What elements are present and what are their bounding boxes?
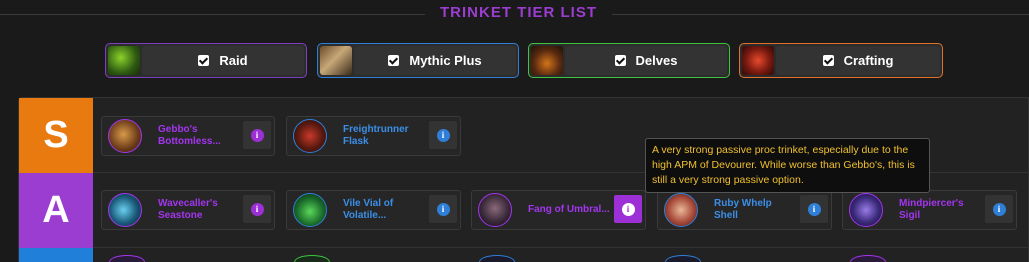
- trinket-name: Fang of Umbral...: [528, 204, 610, 215]
- wavecallers-seastone-icon: [108, 193, 142, 227]
- checkbox-mythic-plus[interactable]: [388, 55, 400, 66]
- trinket-name: Mindpiercer's Sigil: [899, 198, 964, 221]
- tier-label-b: [19, 248, 93, 262]
- mythic-plus-icon: [320, 46, 352, 75]
- trinket-name: Vile Vial of Volatile...: [343, 198, 394, 221]
- info-icon: i: [250, 128, 264, 142]
- trinket-name: Ruby Whelp Shell: [714, 198, 772, 221]
- partial-trinket-icon: [665, 255, 701, 262]
- filter-raid[interactable]: Raid: [105, 43, 307, 78]
- filter-delves-body[interactable]: Delves: [565, 46, 727, 75]
- partial-trinket-icon: [109, 255, 145, 262]
- trinket-tooltip: A very strong passive proc trinket, espe…: [645, 138, 930, 193]
- info-button[interactable]: i: [429, 195, 457, 223]
- info-icon: i: [992, 202, 1006, 216]
- trinket-item[interactable]: Gebbo's Bottomless... i: [101, 116, 275, 156]
- ruby-whelp-shell-icon: [664, 193, 698, 227]
- info-button[interactable]: i: [243, 195, 271, 223]
- checkbox-raid[interactable]: [198, 55, 210, 66]
- filter-delves[interactable]: Delves: [528, 43, 730, 78]
- info-button[interactable]: i: [800, 195, 828, 223]
- trinket-item[interactable]: Ruby Whelp Shell i: [657, 190, 832, 230]
- crafting-icon: [742, 46, 774, 75]
- trinket-item[interactable]: Vile Vial of Volatile... i: [286, 190, 461, 230]
- raid-boss-icon: [108, 46, 140, 75]
- header-divider-right: [612, 14, 1029, 15]
- page-header: TRINKET TIER LIST: [0, 0, 1029, 28]
- info-icon: i: [250, 202, 264, 216]
- checkbox-crafting[interactable]: [822, 55, 834, 66]
- info-button[interactable]: i: [985, 195, 1013, 223]
- checkbox-delves[interactable]: [614, 55, 626, 66]
- info-icon: i: [436, 128, 450, 142]
- partial-trinket-icon: [850, 255, 886, 262]
- page-title: TRINKET TIER LIST: [440, 4, 597, 21]
- trinket-name: Gebbo's Bottomless...: [158, 124, 221, 147]
- tier-label-s: S: [19, 98, 93, 173]
- vile-vial-icon: [293, 193, 327, 227]
- partial-trinket-icon: [479, 255, 515, 262]
- delves-icon: [531, 46, 563, 75]
- trinket-item[interactable]: Wavecaller's Seastone i: [101, 190, 275, 230]
- filter-crafting[interactable]: Crafting: [739, 43, 943, 78]
- trinket-item[interactable]: Fang of Umbral... i: [471, 190, 646, 230]
- filter-mythic-plus[interactable]: Mythic Plus: [317, 43, 519, 78]
- trinket-item[interactable]: Mindpiercer's Sigil i: [842, 190, 1017, 230]
- trinket-name: Freightrunner Flask: [343, 124, 409, 147]
- freightrunner-flask-icon: [293, 119, 327, 153]
- filter-crafting-label: Crafting: [843, 53, 894, 68]
- info-button[interactable]: i: [429, 121, 457, 149]
- filter-raid-label: Raid: [219, 53, 248, 68]
- info-button-active[interactable]: i: [614, 195, 642, 223]
- filter-crafting-body[interactable]: Crafting: [776, 46, 940, 75]
- trinket-name: Wavecaller's Seastone: [158, 198, 218, 221]
- mindpiercers-sigil-icon: [849, 193, 883, 227]
- gebbos-bottomless-icon: [108, 119, 142, 153]
- info-button[interactable]: i: [243, 121, 271, 149]
- filter-mythic-plus-body[interactable]: Mythic Plus: [354, 46, 516, 75]
- filter-raid-body[interactable]: Raid: [142, 46, 304, 75]
- info-icon: i: [807, 202, 821, 216]
- filter-delves-label: Delves: [635, 53, 678, 68]
- fang-of-umbral-icon: [478, 193, 512, 227]
- info-icon: i: [436, 202, 450, 216]
- header-divider-left: [0, 14, 425, 15]
- tier-label-a: A: [19, 173, 93, 248]
- trinket-item[interactable]: Freightrunner Flask i: [286, 116, 461, 156]
- filter-mythic-plus-label: Mythic Plus: [409, 53, 482, 68]
- info-icon: i: [621, 202, 635, 216]
- partial-trinket-icon: [294, 255, 330, 262]
